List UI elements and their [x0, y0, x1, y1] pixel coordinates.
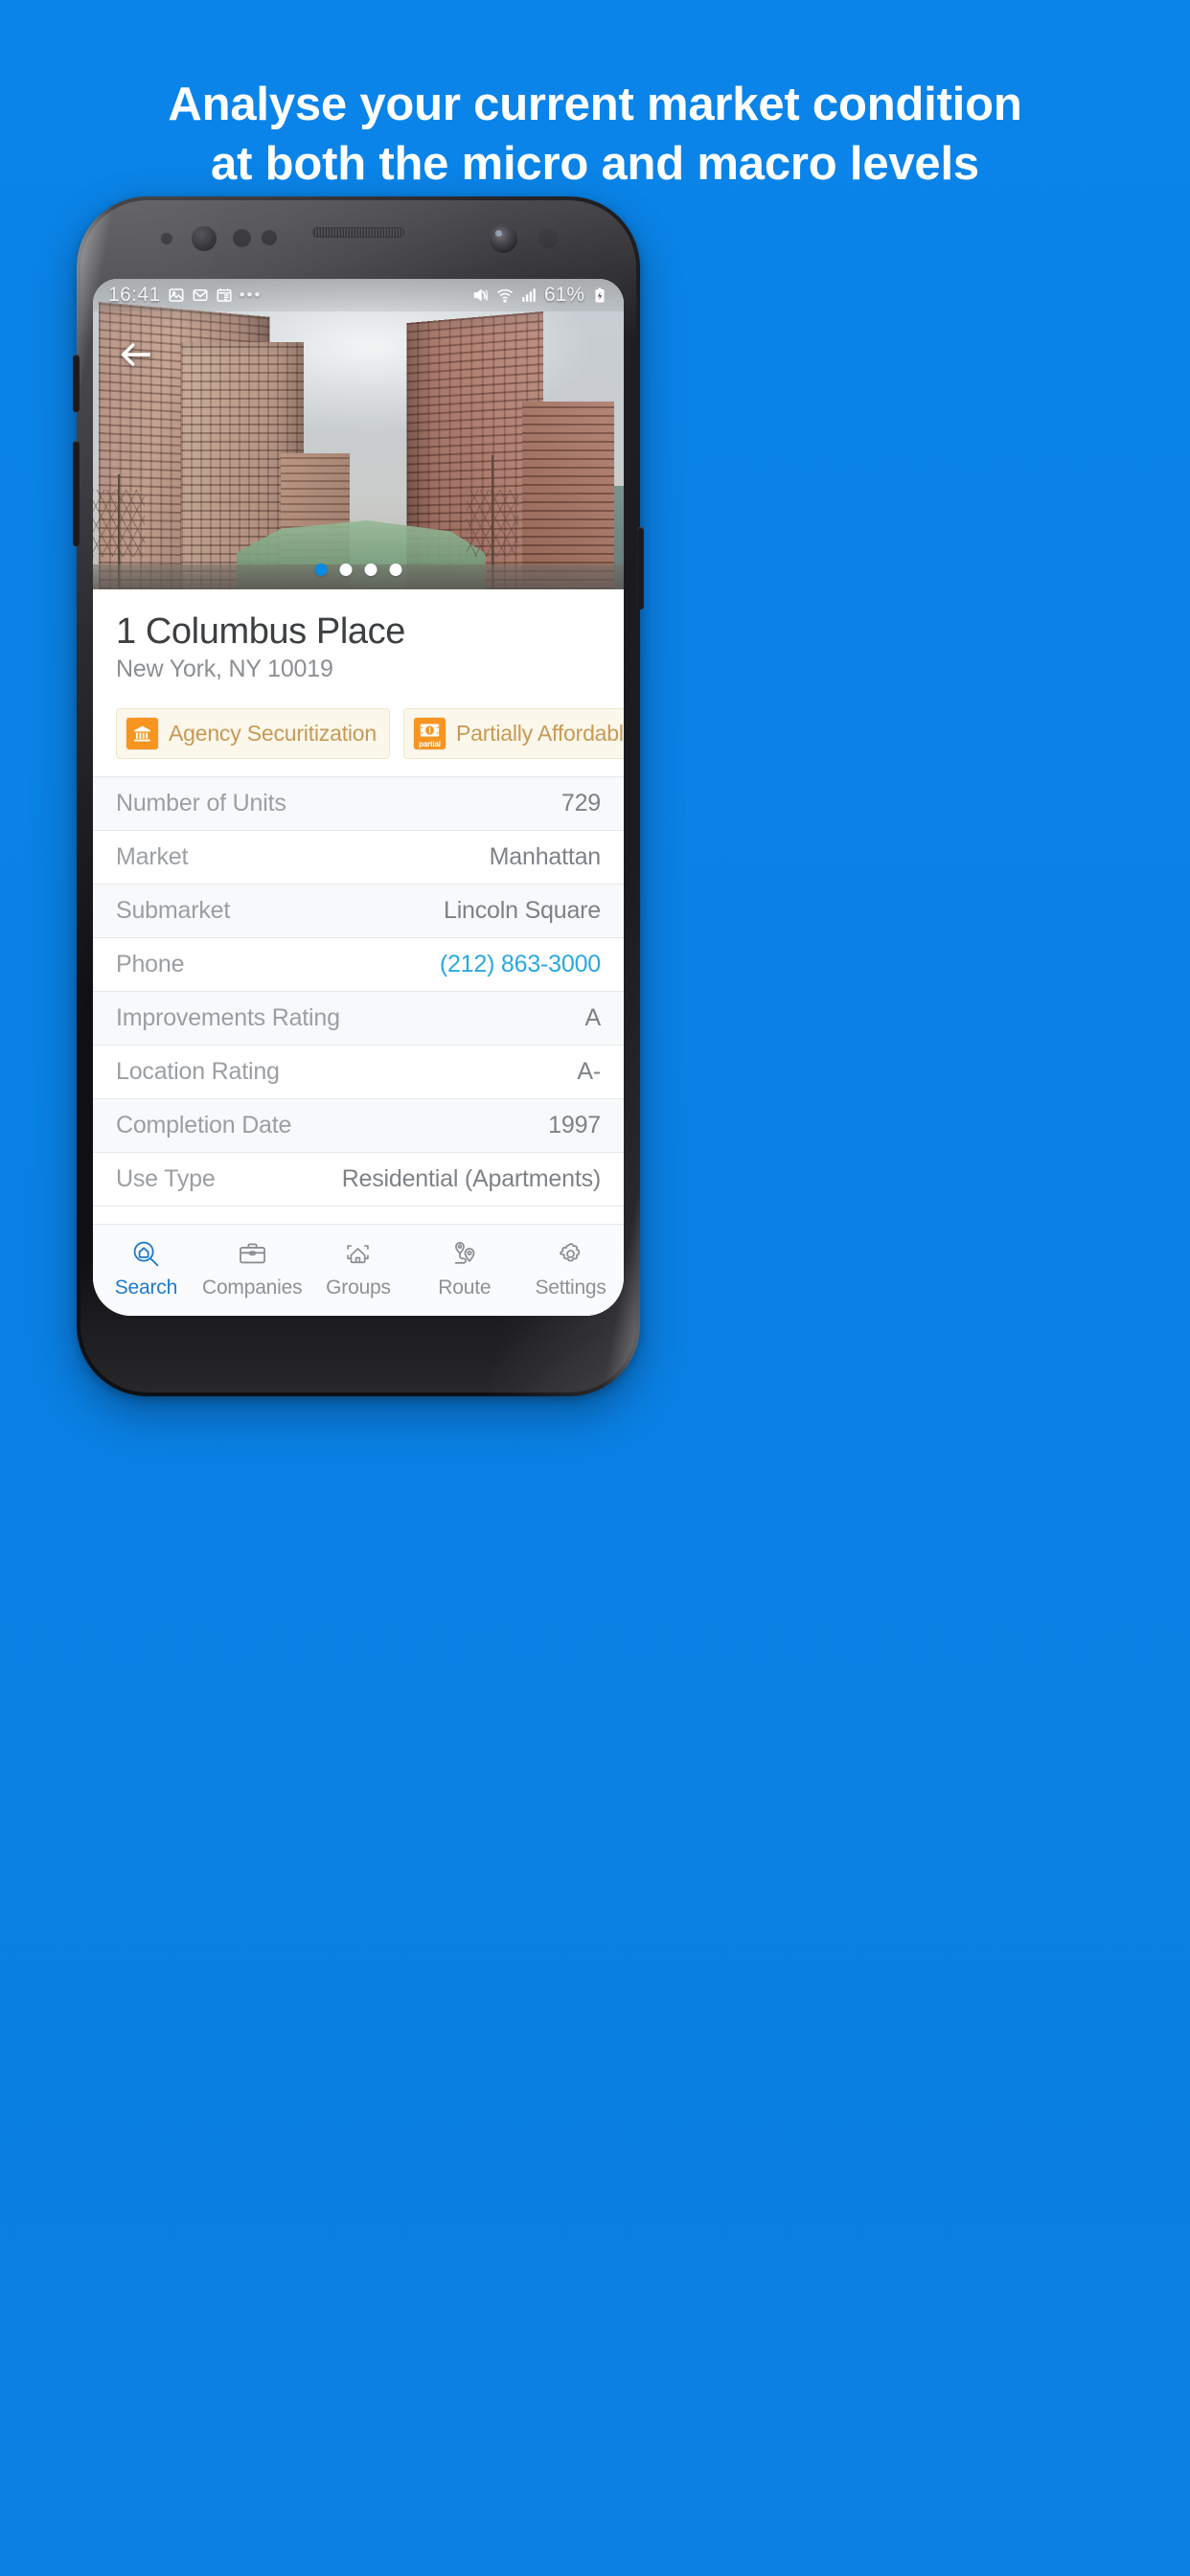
row-label: Location Rating	[116, 1058, 280, 1085]
row-label: Phone	[116, 951, 185, 978]
iris-scanner-icon	[192, 226, 217, 251]
battery-percent: 61%	[543, 284, 584, 306]
promo-headline: Analyse your current market condition at…	[0, 75, 1190, 194]
tab-search-label: Search	[114, 1276, 178, 1299]
battery-charging-icon	[595, 288, 605, 303]
phone-mockup: 16:41 ••• 61% 1 Columbus Place New York,…	[73, 196, 644, 1396]
property-photo[interactable]: 16:41 ••• 61%	[93, 279, 624, 589]
home-brackets-icon	[343, 1236, 373, 1271]
table-row[interactable]: Completion Date 1997	[93, 1099, 624, 1153]
property-header: 1 Columbus Place New York, NY 10019 Agen…	[93, 589, 624, 776]
power-button	[637, 527, 644, 610]
route-pins-icon	[449, 1236, 479, 1271]
photo-carousel-dots[interactable]	[314, 564, 402, 576]
tab-groups[interactable]: Groups	[306, 1236, 412, 1300]
promo-headline-line1: Analyse your current market condition	[168, 79, 1022, 130]
row-label: Use Type	[116, 1165, 216, 1192]
image-icon	[169, 288, 184, 302]
phone-number-link[interactable]: (212) 863-3000	[440, 951, 601, 978]
table-row[interactable]: Submarket Lincoln Square	[93, 885, 624, 938]
badge-agency-securitization[interactable]: Agency Securitization	[116, 708, 390, 759]
carousel-dot-1[interactable]	[314, 564, 328, 576]
front-camera-icon	[490, 225, 517, 253]
badge-agency-securitization-label: Agency Securitization	[169, 721, 377, 746]
row-value: Residential (Apartments)	[341, 1165, 602, 1192]
tab-route-label: Route	[438, 1276, 492, 1299]
banknote-partial-tag: partial	[419, 740, 441, 748]
sensor-icon	[161, 233, 172, 244]
badge-partially-affordable[interactable]: partial Partially Affordable	[402, 708, 624, 759]
phone-screen: 16:41 ••• 61% 1 Columbus Place New York,…	[93, 279, 624, 1316]
bottom-navigation: Search Companies Groups Route Settings	[93, 1224, 624, 1316]
table-row[interactable]: Use Type Residential (Apartments)	[93, 1153, 624, 1207]
volume-button	[73, 355, 80, 412]
row-value: Lincoln Square	[444, 897, 601, 924]
briefcase-icon	[238, 1236, 267, 1271]
row-label: Completion Date	[116, 1112, 292, 1138]
status-bar: 16:41 ••• 61%	[93, 279, 624, 311]
wifi-icon	[496, 288, 513, 303]
proximity-sensor-icon	[233, 229, 251, 247]
row-label: Submarket	[116, 897, 231, 924]
tab-companies-label: Companies	[201, 1276, 303, 1299]
phone-top-bezel	[77, 196, 640, 279]
tab-route[interactable]: Route	[411, 1236, 517, 1300]
table-row[interactable]: Market Manhattan	[93, 831, 624, 885]
property-address: New York, NY 10019	[116, 656, 333, 682]
led-indicator-icon	[538, 229, 558, 248]
table-row[interactable]: Number of Units 729	[93, 777, 624, 831]
mail-icon	[193, 289, 208, 301]
status-time: 16:41	[108, 284, 161, 306]
search-home-icon	[131, 1236, 161, 1271]
tab-settings-label: Settings	[535, 1276, 606, 1299]
tab-companies[interactable]: Companies	[199, 1236, 306, 1300]
tab-groups-label: Groups	[326, 1276, 391, 1299]
status-bar-left: 16:41 •••	[108, 284, 262, 307]
back-arrow-icon	[121, 343, 151, 366]
property-title: 1 Columbus Place	[116, 611, 405, 652]
row-value: A-	[577, 1058, 601, 1085]
table-row[interactable]: Phone (212) 863-3000	[93, 938, 624, 992]
tab-settings[interactable]: Settings	[517, 1236, 624, 1300]
badge-partially-affordable-label: Partially Affordable	[455, 721, 624, 746]
property-details-table: Number of Units 729 Market Manhattan Sub…	[93, 776, 624, 1207]
mute-vibrate-icon	[473, 288, 489, 302]
row-value: Manhattan	[489, 843, 602, 870]
gear-icon	[556, 1236, 585, 1271]
signal-icon	[522, 288, 536, 302]
carousel-dot-4[interactable]	[389, 564, 402, 576]
bank-icon	[126, 718, 158, 749]
row-label: Number of Units	[116, 790, 286, 816]
calendar-icon	[217, 288, 232, 302]
banknote-icon: partial	[413, 718, 446, 749]
back-button[interactable]	[114, 333, 158, 377]
carousel-dot-2[interactable]	[339, 564, 353, 576]
earpiece-speaker	[312, 227, 404, 238]
row-value: 1997	[548, 1112, 601, 1138]
assistant-button	[73, 441, 80, 546]
light-sensor-icon	[262, 230, 277, 245]
table-row[interactable]: Location Rating A-	[93, 1046, 624, 1099]
table-row[interactable]: Improvements Rating A	[93, 992, 624, 1046]
carousel-dot-3[interactable]	[364, 564, 378, 576]
row-value: A	[584, 1004, 602, 1031]
property-badges: Agency Securitization partial Partially …	[116, 708, 624, 759]
more-dots-icon: •••	[239, 286, 263, 304]
tab-search[interactable]: Search	[93, 1236, 199, 1300]
status-bar-right: 61%	[472, 284, 608, 307]
promo-headline-line2: at both the micro and macro levels	[211, 138, 979, 190]
row-label: Market	[116, 843, 189, 870]
photo-overlay	[93, 279, 624, 589]
row-label: Improvements Rating	[116, 1004, 340, 1031]
row-value: 729	[561, 790, 601, 816]
